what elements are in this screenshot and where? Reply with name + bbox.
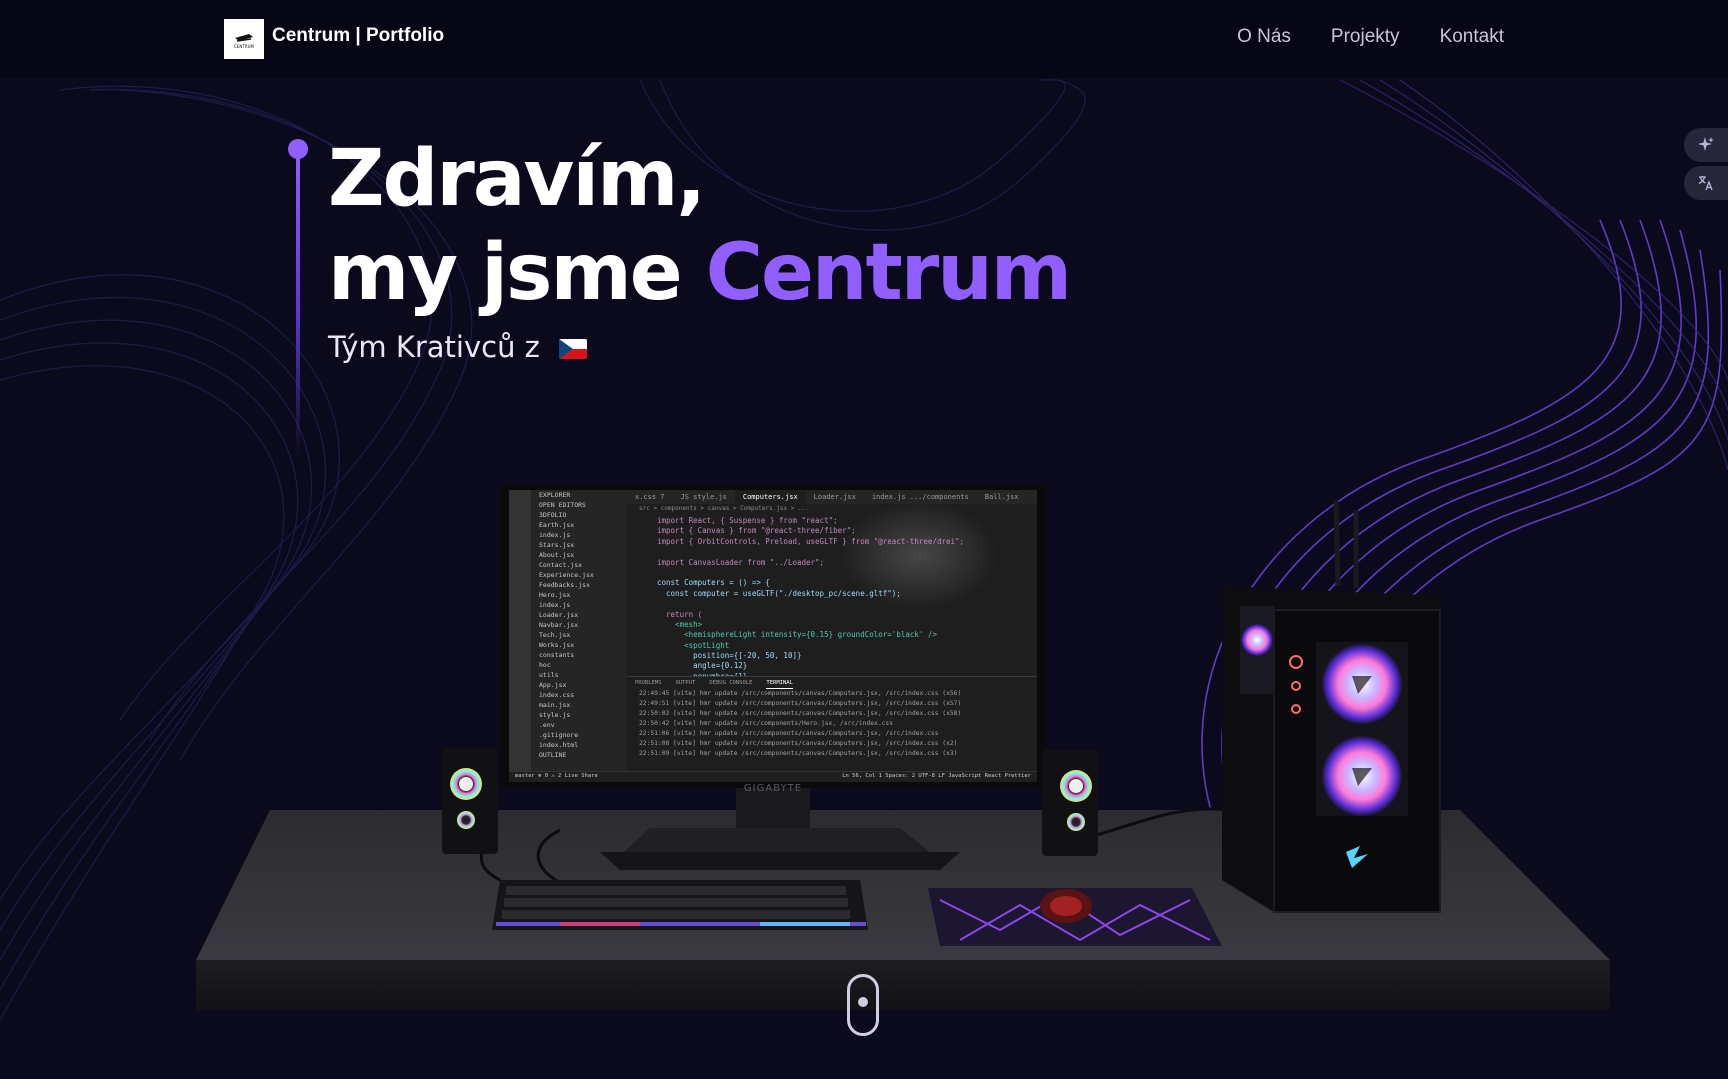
nav-link-contact[interactable]: Kontakt	[1440, 26, 1504, 48]
editor-tab: JS style.js	[680, 493, 727, 501]
editor-tab: index.js .../components	[871, 493, 969, 501]
terminal-line: 22:49:51 [vite] hmr update /src/componen…	[639, 700, 962, 707]
monitor-brand: GIGABYTE	[744, 783, 802, 794]
explorer-line: Experience.jsx	[539, 571, 594, 579]
hero-title: Zdravím, my jsme Centrum	[328, 132, 1072, 320]
code-line: import { OrbitControls, Preload, useGLTF…	[657, 536, 965, 546]
panel-tab: DEBUG CONSOLE	[709, 680, 753, 686]
explorer-line: OUTLINE	[539, 751, 567, 759]
editor-status-bar: master ⊗ 0 ⚠ 2 Live Share Ln 56, Col 1 S…	[509, 771, 1037, 782]
code-line: <hemisphereLight intensity={0.15} ground…	[657, 630, 937, 640]
explorer-line: OPEN EDITORS	[539, 501, 586, 509]
explorer-line: About.jsx	[539, 551, 575, 559]
hero-greeting: Zdravím,	[328, 134, 706, 224]
status-left: master ⊗ 0 ⚠ 2 Live Share	[515, 773, 598, 779]
explorer-line: Tech.jsx	[539, 631, 571, 639]
editor-tab: Loader.jsx	[813, 493, 856, 501]
mousepad	[928, 888, 1222, 946]
mouse-scroll-icon[interactable]	[847, 974, 879, 1036]
explorer-line: 3DFOLIO	[539, 511, 567, 519]
explorer-line: EXPLORER	[539, 491, 571, 499]
navbar: CENTRUM Centrum | Portfolio O Nás Projek…	[0, 0, 1728, 78]
terminal-line: 22:51:09 [vite] hmr update /src/componen…	[639, 750, 958, 757]
code-editor: import React, { Suspense } from "react";…	[627, 516, 1037, 681]
explorer-line: index.html	[539, 741, 579, 749]
sparkle-button[interactable]	[1684, 128, 1728, 162]
right-speaker	[1042, 750, 1098, 856]
editor-tabs: x.css 7 JS style.js Computers.jsx Loader…	[627, 490, 1037, 504]
scroll-dot	[858, 997, 868, 1007]
explorer-line: Feedbacks.jsx	[539, 581, 590, 589]
brand-name[interactable]: Centrum | Portfolio	[272, 25, 444, 47]
editor-tab-active: Computers.jsx	[734, 490, 806, 504]
explorer-line: App.jsx	[539, 681, 567, 689]
logo[interactable]: CENTRUM	[224, 19, 264, 59]
terminal-line: 22:50:42 [vite] hmr update /src/componen…	[639, 720, 894, 727]
code-line: const Computers = () => {	[657, 578, 770, 588]
explorer-line: Hero.jsx	[539, 591, 571, 599]
translate-button[interactable]	[1684, 166, 1728, 200]
editor-tab: Ball.jsx	[984, 493, 1019, 501]
terminal-line: 22:50:02 [vite] hmr update /src/componen…	[639, 710, 962, 717]
explorer-line: Contact.jsx	[539, 561, 583, 569]
editor-tab: x.css 7	[635, 493, 665, 501]
panel-tab-active: TERMINAL	[766, 677, 793, 689]
panel-tab: OUTPUT	[675, 680, 696, 686]
code-line: const computer = useGLTF("./desktop_pc/s…	[657, 588, 901, 598]
hero-subtitle: Tým Krativců z	[328, 330, 588, 364]
czech-flag-icon	[559, 339, 588, 359]
explorer-line: hoc	[539, 661, 551, 669]
hero-line-two: my jsme	[328, 228, 706, 318]
hero-subtitle-text: Tým Krativců z	[328, 330, 540, 364]
code-line: angle={0.12}	[657, 661, 748, 671]
code-line: import { Canvas } from "@react-three/fib…	[657, 526, 856, 536]
code-line: return (	[657, 609, 703, 619]
explorer-line: constants	[539, 651, 575, 659]
svg-text:CENTRUM: CENTRUM	[234, 44, 254, 49]
code-line: <spotLight	[657, 640, 730, 650]
logo-icon: CENTRUM	[234, 34, 255, 49]
activity-bar	[509, 490, 531, 782]
explorer-line: index.js	[539, 601, 571, 609]
terminal-line: 22:51:08 [vite] hmr update /src/componen…	[639, 740, 958, 747]
explorer-line: index.js	[539, 531, 571, 539]
explorer-line: Navbar.jsx	[539, 621, 579, 629]
file-explorer: EXPLORER OPEN EDITORS 3DFOLIO Earth.jsx …	[531, 490, 627, 782]
nav-link-projects[interactable]: Projekty	[1331, 26, 1400, 48]
left-speaker	[442, 748, 498, 854]
hero-accent-line	[296, 155, 300, 455]
code-line: <mesh>	[657, 619, 703, 629]
code-line: import CanvasLoader from "../Loader";	[657, 557, 825, 567]
panel-tab: PROBLEMS	[635, 680, 662, 686]
explorer-line: utils	[539, 671, 559, 679]
nav-link-about[interactable]: O Nás	[1237, 26, 1291, 48]
explorer-line: Earth.jsx	[539, 521, 575, 529]
terminal-line: 22:51:06 [vite] hmr update /src/componen…	[639, 730, 939, 737]
explorer-line: index.css	[539, 691, 575, 699]
nav-links: O Nás Projekty Kontakt	[1237, 26, 1504, 48]
explorer-line: Loader.jsx	[539, 611, 579, 619]
sparkle-icon	[1698, 137, 1714, 151]
code-line: position={[-20, 50, 10]}	[657, 651, 802, 661]
editor-breadcrumb: src > components > canvas > Computers.js…	[639, 505, 809, 512]
explorer-line: .env	[539, 721, 555, 729]
terminal-line: 22:49:45 [vite] hmr update /src/componen…	[639, 690, 962, 697]
keyboard	[492, 880, 868, 930]
explorer-line: Stars.jsx	[539, 541, 575, 549]
terminal-panel: PROBLEMS OUTPUT DEBUG CONSOLE TERMINAL 2…	[627, 676, 1037, 773]
monitor-screen: EXPLORER OPEN EDITORS 3DFOLIO Earth.jsx …	[509, 490, 1037, 782]
hero-brand-accent: Centrum	[705, 228, 1072, 318]
code-line: import React, { Suspense } from "react";	[657, 516, 838, 525]
panel-tabs: PROBLEMS OUTPUT DEBUG CONSOLE TERMINAL	[627, 677, 1037, 689]
translate-icon	[1698, 176, 1713, 191]
pc-tower	[1222, 499, 1441, 913]
explorer-line: main.jsx	[539, 701, 571, 709]
status-right: Ln 56, Col 1 Spaces: 2 UTF-8 LF JavaScri…	[842, 773, 1031, 779]
explorer-line: Works.jsx	[539, 641, 575, 649]
explorer-line: style.js	[539, 711, 571, 719]
explorer-line: .gitignore	[539, 731, 579, 739]
